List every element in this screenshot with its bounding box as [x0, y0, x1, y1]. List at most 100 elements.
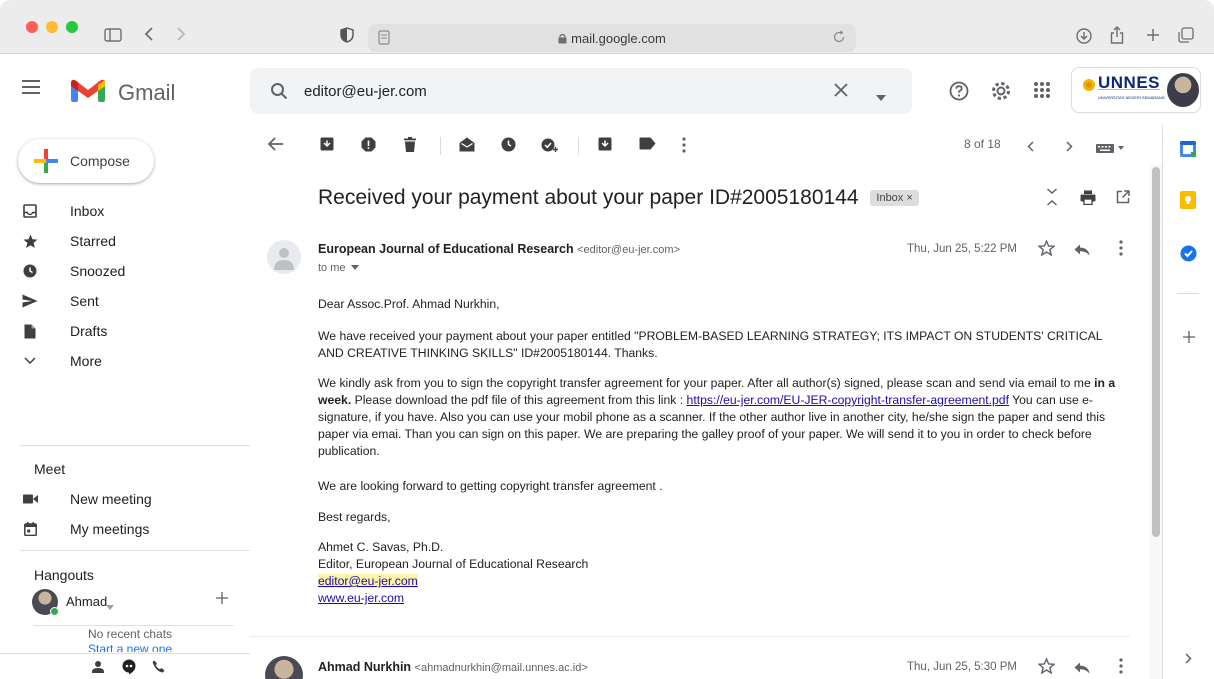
recipient-line[interactable]: to me: [318, 261, 359, 274]
new-meeting-item[interactable]: New meeting: [22, 485, 248, 513]
zoom-window-button[interactable]: [66, 21, 78, 33]
address-bar[interactable]: mail.google.com: [368, 24, 856, 52]
new-tab-icon[interactable]: [1146, 28, 1160, 45]
close-window-button[interactable]: [26, 21, 38, 33]
back-to-inbox-icon[interactable]: [267, 137, 284, 156]
reload-icon[interactable]: [832, 30, 846, 49]
compose-button[interactable]: Compose: [18, 139, 154, 183]
older-icon[interactable]: [1066, 139, 1073, 157]
message-scrollbar[interactable]: [1150, 165, 1162, 679]
signature-email-link[interactable]: editor@eu-jer.com: [318, 574, 418, 588]
contacts-person-icon[interactable]: [92, 660, 104, 679]
browser-toolbar: mail.google.com: [0, 0, 1214, 54]
star-message-icon[interactable]: [1037, 239, 1056, 261]
hangouts-footer: [0, 653, 250, 679]
account-avatar[interactable]: [1167, 73, 1199, 107]
newer-icon[interactable]: [1027, 139, 1034, 157]
search-icon[interactable]: [270, 82, 288, 105]
help-icon[interactable]: [949, 81, 969, 106]
inbox-label-chip[interactable]: Inbox ×: [870, 190, 919, 206]
privacy-shield-icon[interactable]: [340, 27, 354, 46]
reply-sender-line[interactable]: Ahmad Nurkhin <ahmadnurkhin@mail.unnes.a…: [318, 660, 588, 674]
google-tasks-icon[interactable]: [1180, 245, 1197, 267]
tab-overview-icon[interactable]: [1178, 27, 1194, 46]
sidebar-item-sent[interactable]: Sent: [22, 287, 248, 315]
email-greeting: Dear Assoc.Prof. Ahmad Nurkhin,: [318, 297, 500, 311]
sidebar-item-inbox[interactable]: Inbox: [22, 197, 248, 225]
sender-name[interactable]: European Journal of Educational Research: [318, 242, 574, 256]
side-panel: [1162, 125, 1214, 679]
signature-name: Ahmet C. Savas, Ph.D.: [318, 540, 444, 554]
add-to-tasks-icon[interactable]: [541, 137, 559, 158]
expand-all-icon[interactable]: [1046, 188, 1058, 211]
signature-web-link[interactable]: www.eu-jer.com: [318, 591, 404, 605]
show-side-panel-icon[interactable]: [1185, 651, 1192, 669]
sidebar-item-more[interactable]: More: [22, 347, 248, 375]
move-to-icon[interactable]: [598, 137, 612, 156]
report-spam-icon[interactable]: [361, 137, 376, 157]
reply-more-icon[interactable]: [1119, 658, 1123, 679]
snooze-clock-icon[interactable]: [501, 137, 516, 157]
sidebar-item-starred[interactable]: Starred: [22, 227, 248, 255]
search-input[interactable]: editor@eu-jer.com: [304, 83, 427, 100]
gmail-wordmark[interactable]: Gmail: [118, 80, 175, 106]
compose-label: Compose: [70, 153, 130, 169]
reply-reply-icon[interactable]: [1074, 661, 1090, 679]
sidebar-item-snoozed[interactable]: Snoozed: [22, 257, 248, 285]
open-new-window-icon[interactable]: [1116, 190, 1130, 209]
sidebar-toggle-icon[interactable]: [104, 28, 122, 45]
downloads-icon[interactable]: [1076, 28, 1092, 47]
sidebar-item-drafts[interactable]: Drafts: [22, 317, 248, 345]
scrollbar-thumb[interactable]: [1152, 167, 1160, 537]
label-icon[interactable]: [639, 137, 656, 155]
minimize-window-button[interactable]: [46, 21, 58, 33]
get-addons-icon[interactable]: [1183, 330, 1195, 348]
clear-search-icon[interactable]: [834, 83, 848, 102]
org-logo-text: UNNES: [1098, 73, 1161, 92]
apps-grid-icon[interactable]: [1034, 82, 1050, 103]
search-bar[interactable]: editor@eu-jer.com: [250, 68, 912, 114]
my-meetings-label: My meetings: [70, 521, 150, 537]
start-new-chat-link[interactable]: Start a new one: [88, 642, 172, 652]
account-box[interactable]: UNNES UNIVERSITAS NEGERI SEMARANG: [1071, 67, 1201, 113]
signature-email-row: editor@eu-jer.com: [318, 573, 1118, 590]
email-paragraph-3: We are looking forward to getting copyri…: [318, 479, 663, 493]
hangouts-user[interactable]: Ahmad: [32, 589, 246, 616]
google-calendar-icon[interactable]: [1180, 141, 1196, 162]
status-dropdown-icon[interactable]: [106, 597, 114, 615]
print-icon[interactable]: [1080, 190, 1096, 210]
back-icon[interactable]: [144, 26, 154, 45]
remove-label-icon[interactable]: ×: [906, 192, 912, 204]
sender-avatar[interactable]: [267, 240, 301, 274]
main-menu-icon[interactable]: [22, 80, 40, 99]
message-more-icon[interactable]: [1119, 240, 1123, 261]
show-details-icon[interactable]: [350, 261, 359, 273]
settings-gear-icon[interactable]: [990, 80, 1012, 107]
forward-icon[interactable]: [176, 26, 186, 45]
google-keep-icon[interactable]: [1180, 191, 1196, 214]
divider: [20, 550, 250, 551]
search-options-icon[interactable]: [876, 88, 886, 106]
reply-sender-name: Ahmad Nurkhin: [318, 660, 412, 674]
input-tools-keyboard-icon[interactable]: [1096, 140, 1126, 158]
hangouts-chat-icon[interactable]: [122, 659, 136, 679]
inbox-icon: [22, 203, 38, 219]
reply-sender-avatar[interactable]: [265, 656, 303, 679]
new-conversation-icon[interactable]: [216, 591, 228, 609]
reply-icon[interactable]: [1074, 243, 1090, 261]
gmail-logo-icon[interactable]: [70, 77, 106, 108]
agreement-pdf-link[interactable]: https://eu-jer.com/EU-JER-copyright-tran…: [687, 393, 1009, 407]
email-subject: Received your payment about your paper I…: [318, 186, 919, 210]
share-icon[interactable]: [1110, 26, 1124, 47]
toolbar-divider: [578, 137, 579, 155]
more-options-icon[interactable]: [682, 137, 686, 158]
reply-star-icon[interactable]: [1037, 657, 1056, 679]
mark-unread-icon[interactable]: [459, 137, 475, 157]
chevron-down-icon: [22, 353, 38, 369]
reply-date: Thu, Jun 25, 5:30 PM: [907, 661, 1017, 673]
my-meetings-item[interactable]: My meetings: [22, 515, 248, 543]
phone-icon[interactable]: [152, 660, 165, 678]
org-logo-subtext: UNIVERSITAS NEGERI SEMARANG: [1098, 95, 1165, 100]
archive-icon[interactable]: [320, 137, 334, 156]
delete-icon[interactable]: [404, 137, 416, 157]
